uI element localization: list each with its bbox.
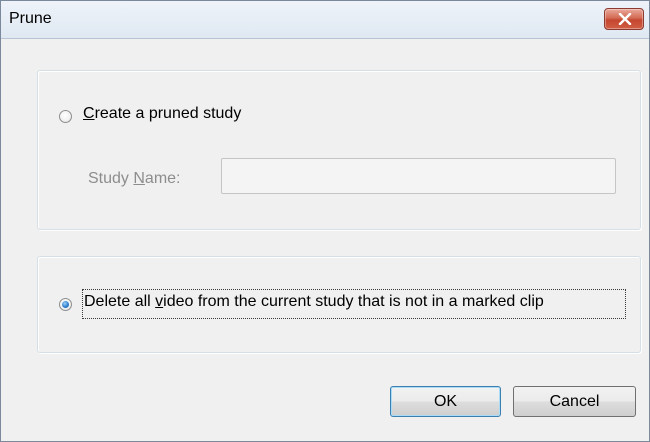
study-name-label: Study Name: xyxy=(88,170,181,188)
cancel-button[interactable]: Cancel xyxy=(513,386,636,417)
ok-button[interactable]: OK xyxy=(390,386,501,417)
delete-video-radio[interactable] xyxy=(59,298,72,311)
delete-video-label[interactable]: Delete all video from the current study … xyxy=(84,293,544,311)
close-button[interactable] xyxy=(604,8,644,30)
study-name-accesskey: N xyxy=(133,170,145,187)
study-name-label-start: Study xyxy=(88,170,134,187)
window-title: Prune xyxy=(9,10,52,27)
create-pruned-radio[interactable] xyxy=(59,110,72,123)
delete-video-label-end: ideo from the current study that is not … xyxy=(163,293,544,310)
create-pruned-group xyxy=(37,70,641,230)
close-icon xyxy=(618,13,632,25)
prune-dialog: Prune Create a pruned study Study Name: … xyxy=(0,0,650,442)
title-bar[interactable]: Prune xyxy=(1,1,649,39)
delete-video-accesskey: v xyxy=(155,293,164,310)
study-name-label-end: ame: xyxy=(144,170,181,187)
delete-video-label-start: Delete all xyxy=(84,293,156,310)
create-pruned-accesskey: C xyxy=(83,105,95,122)
study-name-input[interactable] xyxy=(221,158,616,194)
create-pruned-label-text: reate a pruned study xyxy=(94,105,242,122)
create-pruned-label[interactable]: Create a pruned study xyxy=(83,105,241,123)
